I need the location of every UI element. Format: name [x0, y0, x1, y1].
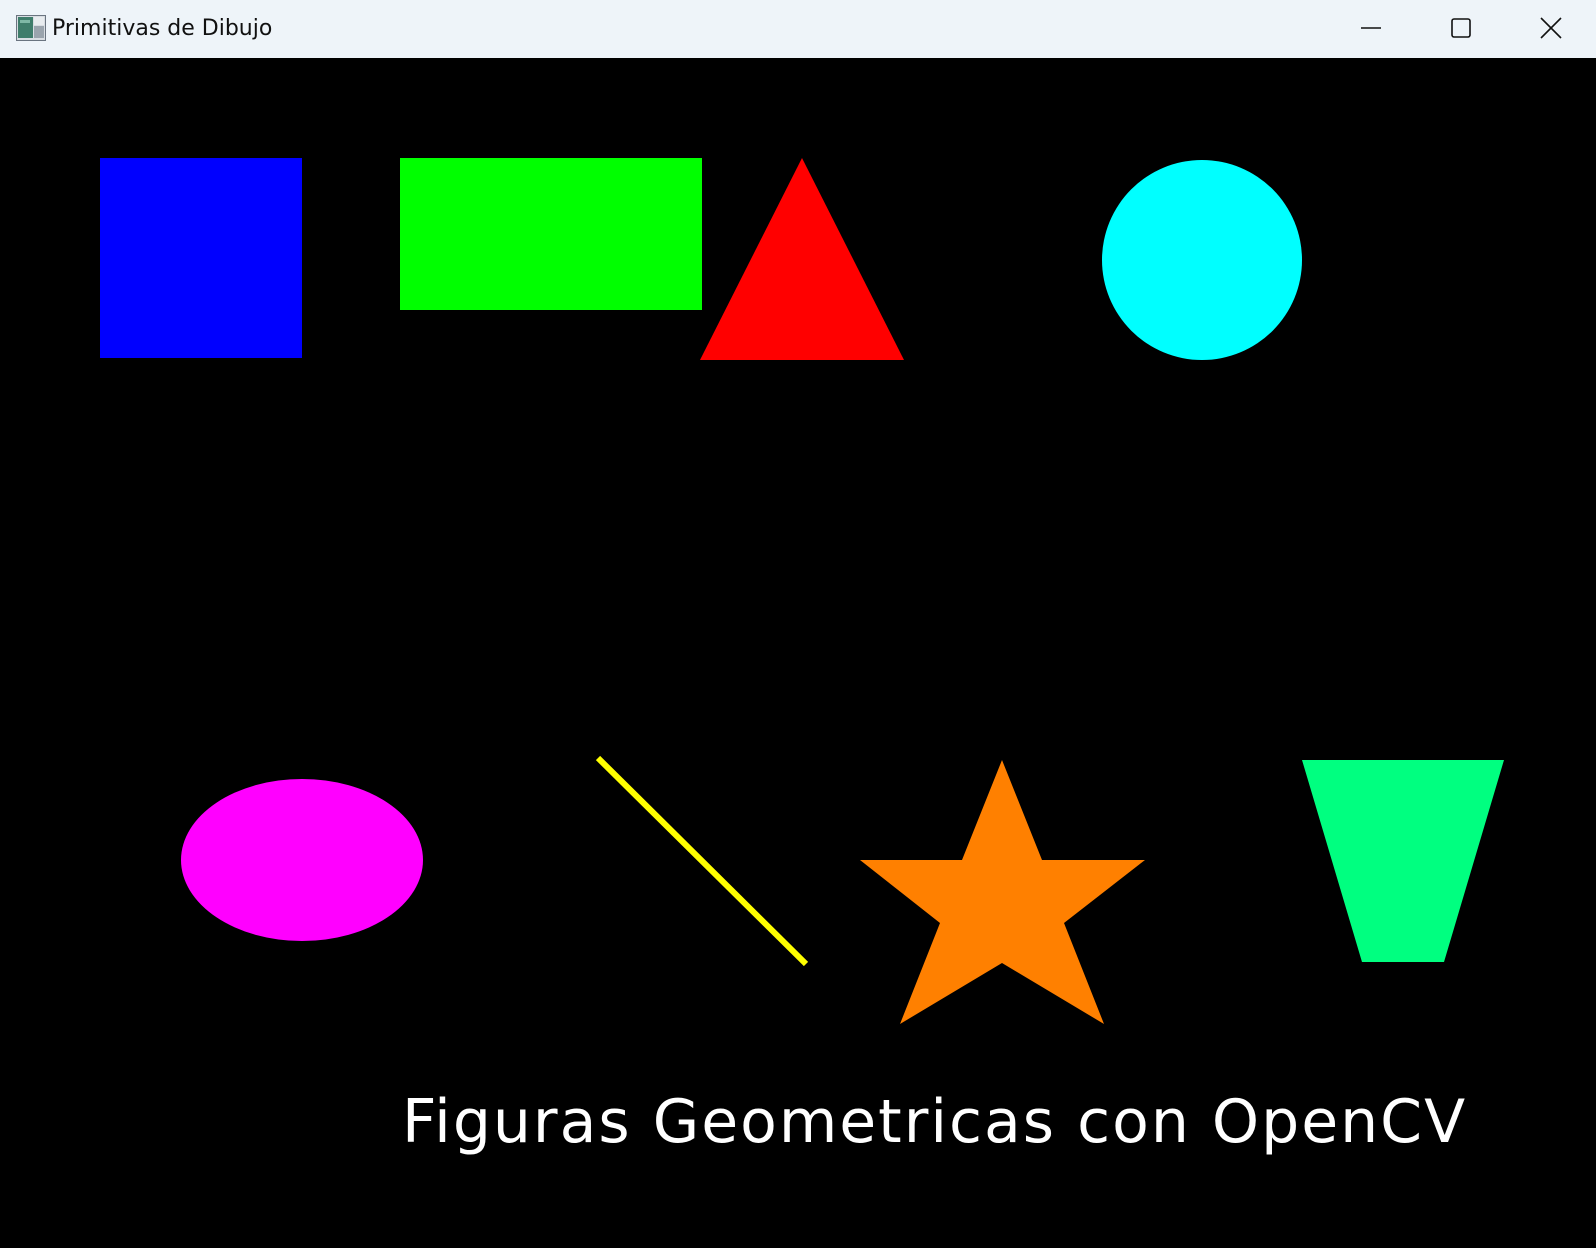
- magenta-ellipse: [181, 779, 423, 941]
- app-window-icon: [16, 15, 46, 41]
- canvas-caption: Figuras Geometricas con OpenCV: [402, 1087, 1467, 1157]
- window-title: Primitivas de Dibujo: [52, 16, 273, 41]
- title-bar[interactable]: Primitivas de Dibujo: [0, 0, 1596, 58]
- close-icon: [1540, 17, 1562, 39]
- drawing-canvas: Figuras Geometricas con OpenCV: [0, 58, 1596, 1248]
- maximize-icon: [1451, 18, 1471, 38]
- maximize-button[interactable]: [1416, 0, 1506, 56]
- green-rectangle: [400, 158, 702, 310]
- cyan-circle: [1102, 160, 1302, 360]
- minimize-icon: [1361, 27, 1381, 29]
- minimize-button[interactable]: [1326, 0, 1416, 56]
- app-window: Primitivas de Dibujo Figuras Geometricas…: [0, 0, 1596, 1248]
- close-button[interactable]: [1506, 0, 1596, 56]
- blue-square: [100, 158, 302, 358]
- drawing-surface: Figuras Geometricas con OpenCV: [0, 58, 1596, 1248]
